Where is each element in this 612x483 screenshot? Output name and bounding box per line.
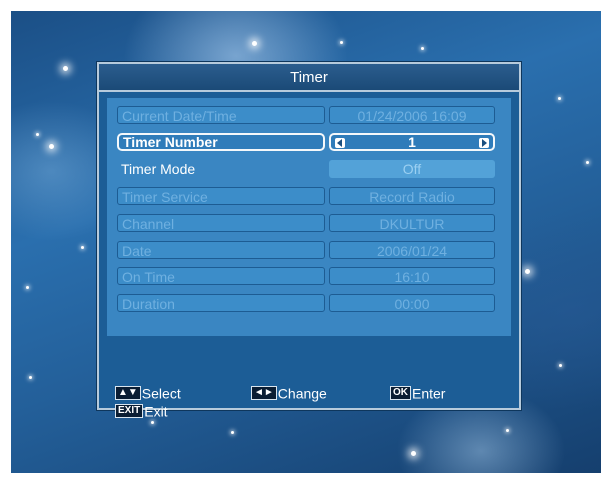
row-date: Date 2006/01/24: [117, 241, 501, 259]
star-icon: [26, 286, 29, 289]
star-icon: [151, 421, 154, 424]
row-duration: Duration 00:00: [117, 294, 501, 312]
hint-enter: OK Enter: [390, 384, 445, 401]
timer-service-value: Record Radio: [329, 187, 495, 205]
timer-mode-label: Timer Mode: [121, 161, 196, 177]
arrow-right-icon[interactable]: [479, 138, 489, 148]
row-timer-number[interactable]: Timer Number 1: [117, 133, 501, 151]
current-datetime-label: Current Date/Time: [117, 106, 325, 124]
exit-key-icon: EXIT: [115, 404, 144, 419]
star-icon: [340, 41, 343, 44]
star-icon: [558, 97, 561, 100]
on-time-value: 16:10: [329, 267, 495, 285]
arrow-left-icon[interactable]: [335, 138, 345, 148]
timer-number-selector[interactable]: 1: [329, 133, 495, 151]
row-timer-mode[interactable]: Timer Mode Off: [117, 160, 501, 178]
star-icon: [81, 246, 84, 249]
date-label: Date: [117, 241, 325, 259]
ok-key-icon: OK: [390, 386, 411, 401]
star-icon: [586, 161, 589, 164]
duration-value: 00:00: [329, 294, 495, 312]
hint-select-label: Select: [141, 385, 181, 402]
date-value: 2006/01/24: [329, 241, 495, 259]
row-timer-service: Timer Service Record Radio: [117, 187, 501, 205]
timer-mode-value[interactable]: Off: [329, 160, 495, 178]
star-icon: [49, 144, 54, 149]
star-icon: [559, 364, 562, 367]
row-on-time: On Time 16:10: [117, 267, 501, 285]
hint-select: ▲▼ Select: [115, 384, 181, 401]
dialog-title: Timer: [99, 64, 519, 92]
star-icon: [525, 269, 530, 274]
timer-settings-panel: Current Date/Time 01/24/2006 16:09 Timer…: [107, 98, 511, 336]
tv-screen: Timer Current Date/Time 01/24/2006 16:09…: [11, 11, 601, 473]
hint-exit: EXIT Exit: [115, 402, 168, 419]
channel-value: DKULTUR: [329, 214, 495, 232]
duration-label: Duration: [117, 294, 325, 312]
star-icon: [231, 431, 234, 434]
star-icon: [63, 66, 68, 71]
row-current-datetime: Current Date/Time 01/24/2006 16:09: [117, 106, 501, 124]
timer-dialog: Timer Current Date/Time 01/24/2006 16:09…: [97, 62, 521, 419]
hint-exit-label: Exit: [144, 403, 168, 420]
star-icon: [36, 133, 39, 136]
on-time-label: On Time: [117, 267, 325, 285]
star-icon: [29, 376, 32, 379]
hint-change: ◄► Change: [251, 384, 327, 401]
hint-enter-label: Enter: [412, 385, 446, 402]
star-icon: [411, 451, 416, 456]
row-channel: Channel DKULTUR: [117, 214, 501, 232]
star-icon: [252, 41, 257, 46]
channel-label: Channel: [117, 214, 325, 232]
timer-number-label: Timer Number: [117, 133, 325, 151]
left-right-keys-icon: ◄►: [251, 386, 277, 401]
star-icon: [421, 47, 424, 50]
key-hints-bar: ▲▼ Select ◄► Change OK Enter EXIT Exit: [99, 346, 519, 419]
up-down-keys-icon: ▲▼: [115, 386, 141, 401]
hint-change-label: Change: [277, 385, 327, 402]
current-datetime-value: 01/24/2006 16:09: [329, 106, 495, 124]
star-icon: [506, 429, 509, 432]
timer-number-value: 1: [408, 134, 416, 150]
timer-service-label: Timer Service: [117, 187, 325, 205]
